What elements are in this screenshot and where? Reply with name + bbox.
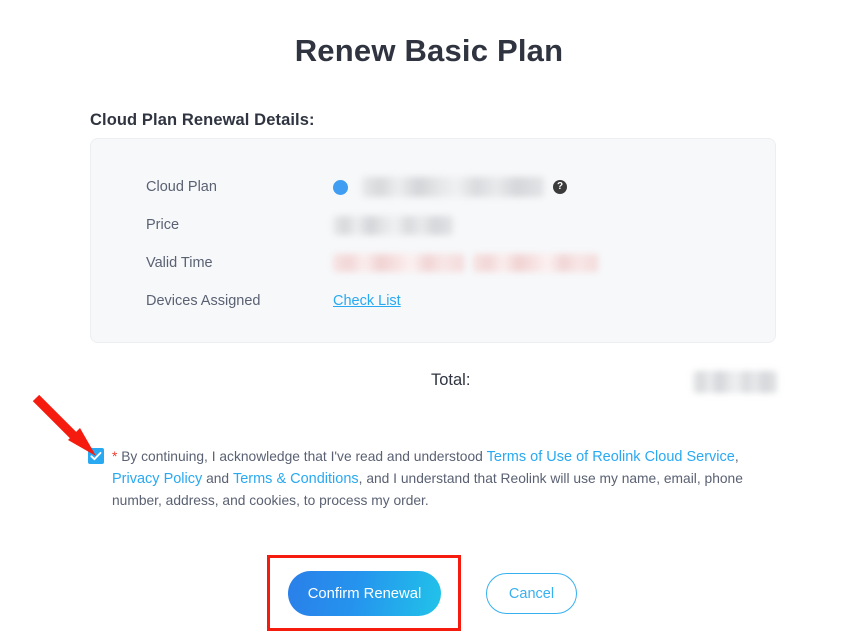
terms-and-conditions-link[interactable]: Terms & Conditions: [233, 471, 359, 487]
confirm-renewal-button[interactable]: Confirm Renewal: [288, 571, 441, 616]
consent-lead-text: By continuing, I acknowledge that I've r…: [117, 449, 487, 464]
detail-value-price: [333, 213, 453, 237]
section-heading: Cloud Plan Renewal Details:: [90, 111, 315, 129]
detail-label-valid-time: Valid Time: [146, 255, 213, 271]
redacted-valid-time-end: [473, 254, 598, 272]
detail-value-cloud-plan: ?: [333, 175, 567, 199]
total-value: [693, 371, 777, 393]
detail-row-devices-assigned: Devices Assigned Check List: [91, 289, 775, 313]
privacy-policy-link[interactable]: Privacy Policy: [112, 471, 202, 487]
detail-label-price: Price: [146, 217, 180, 233]
consent-separator-2: and: [202, 471, 233, 486]
page-title: Renew Basic Plan: [294, 33, 564, 68]
detail-label-devices-assigned: Devices Assigned: [146, 293, 261, 309]
help-icon[interactable]: ?: [553, 180, 567, 194]
detail-value-devices-assigned: Check List: [333, 289, 401, 313]
consent-checkbox[interactable]: [88, 448, 104, 464]
redacted-total-amount: [693, 371, 777, 393]
check-list-link[interactable]: Check List: [333, 293, 401, 309]
cancel-button[interactable]: Cancel: [486, 573, 577, 614]
terms-of-use-link[interactable]: Terms of Use of Reolink Cloud Service: [487, 449, 735, 465]
redacted-valid-time-start: [333, 254, 464, 272]
detail-row-cloud-plan: Cloud Plan ?: [91, 175, 775, 199]
redacted-price-value: [333, 215, 453, 235]
consent-text: * By continuing, I acknowledge that I've…: [112, 446, 767, 511]
plan-color-dot-icon: [333, 179, 348, 195]
detail-row-valid-time: Valid Time: [91, 251, 775, 275]
detail-row-price: Price: [91, 213, 775, 237]
redacted-cloud-plan-name: [362, 177, 544, 197]
total-label: Total:: [431, 371, 471, 389]
detail-value-valid-time: [333, 251, 598, 275]
consent-separator-1: ,: [734, 449, 739, 464]
detail-label-cloud-plan: Cloud Plan: [146, 179, 217, 195]
cloud-plan-details-panel: Cloud Plan ? Price Valid Time Devices As…: [90, 138, 776, 343]
